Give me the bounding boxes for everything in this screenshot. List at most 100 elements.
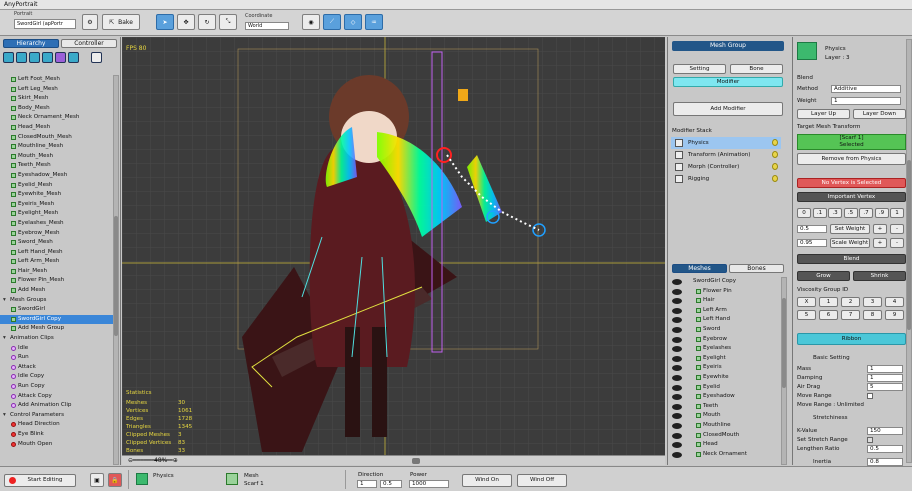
list-item-mesh[interactable]: Neck Ornament_Mesh xyxy=(0,113,113,123)
ribbon-button[interactable]: Ribbon xyxy=(797,333,906,345)
list-item-mesh[interactable]: Eyebrow_Mesh xyxy=(0,229,113,239)
list-item-mesh-group[interactable]: Add Mesh Group xyxy=(0,324,113,334)
hscroll-thumb[interactable] xyxy=(412,458,420,464)
eye-icon[interactable] xyxy=(672,413,682,420)
lengthen-input[interactable]: 0.5 xyxy=(867,445,903,453)
weight-step-button[interactable]: .9 xyxy=(874,208,889,218)
eye-icon[interactable] xyxy=(672,374,682,381)
tree-root[interactable]: SwordGirl Copy xyxy=(668,277,780,287)
filter-param-icon[interactable] xyxy=(55,52,66,63)
mesh-tree-item[interactable]: Left Arm xyxy=(668,306,780,316)
modifier-stack-item[interactable]: Rigging xyxy=(671,173,781,185)
list-item-mesh[interactable]: Hair_Mesh xyxy=(0,267,113,277)
list-item-mesh[interactable]: Sword_Mesh xyxy=(0,238,113,248)
viewport-scene[interactable]: FPS 80 Statistics Meshes 30 Vertices 1061 Ed… xyxy=(122,37,665,455)
filter-mesh-icon[interactable] xyxy=(16,52,27,63)
move-range-checkbox[interactable] xyxy=(867,393,873,399)
list-item-mesh[interactable]: Eyeiris_Mesh xyxy=(0,200,113,210)
list-item-animation[interactable]: Attack Copy xyxy=(0,392,113,402)
mesh-tree-item[interactable]: Flower Pin xyxy=(668,287,780,297)
viscosity-id-button[interactable]: 7 xyxy=(841,310,860,320)
eye-icon[interactable] xyxy=(672,288,682,295)
rotate-tool-button[interactable]: ↻ xyxy=(198,14,216,30)
list-item-mesh[interactable]: Add Mesh xyxy=(0,286,113,296)
scale-weight-minus-button[interactable]: - xyxy=(890,238,904,248)
list-item-mesh[interactable]: Skirt_Mesh xyxy=(0,94,113,104)
physics-view-button[interactable]: ♒ xyxy=(365,14,383,30)
mesh-tree-item[interactable]: Neck Ornament xyxy=(668,450,780,460)
lightbulb-icon[interactable] xyxy=(772,163,778,170)
important-vertex-button[interactable]: Important Vertex xyxy=(797,192,906,202)
weight-step-button[interactable]: 1 xyxy=(890,208,904,218)
filter-all-icon[interactable] xyxy=(68,52,79,63)
viscosity-id-button[interactable]: 8 xyxy=(863,310,882,320)
viscosity-id-button[interactable]: 3 xyxy=(863,297,882,307)
remove-from-physics-button[interactable]: Remove from Physics xyxy=(797,153,906,165)
viscosity-id-button[interactable]: 1 xyxy=(819,297,838,307)
list-item-mesh[interactable]: Mouth_Mesh xyxy=(0,152,113,162)
eye-icon[interactable] xyxy=(672,355,682,362)
section-mesh-groups[interactable]: Mesh Groups xyxy=(0,296,113,306)
mesh-tree-scrollbar[interactable] xyxy=(781,277,787,465)
eye-icon[interactable] xyxy=(672,451,682,458)
set-weight-minus-button[interactable]: - xyxy=(890,224,904,234)
mesh-tree-item[interactable]: Sword xyxy=(668,325,780,335)
set-weight-plus-button[interactable]: + xyxy=(873,224,887,234)
weight-step-button[interactable]: .7 xyxy=(859,208,873,218)
select-tool-button[interactable]: ➤ xyxy=(156,14,174,30)
mesh-tree-item[interactable]: Mouth xyxy=(668,411,780,421)
eye-icon[interactable] xyxy=(672,326,682,333)
modifier-stack-item[interactable]: Morph (Controller) xyxy=(671,161,781,173)
list-item-mesh[interactable]: Head_Mesh xyxy=(0,123,113,133)
direction-x-input[interactable]: 1 xyxy=(357,480,377,488)
list-item-mesh[interactable]: Body_Mesh xyxy=(0,104,113,114)
physics-scrollbar[interactable] xyxy=(906,39,912,463)
mesh-tree-item[interactable]: Eyewhite xyxy=(668,373,780,383)
eye-icon[interactable] xyxy=(672,298,682,305)
filter-animation-icon[interactable] xyxy=(42,52,53,63)
scale-weight-button[interactable]: Scale Weight xyxy=(830,238,870,248)
blend-vertex-button[interactable]: Blend xyxy=(797,254,906,264)
move-tool-button[interactable]: ✥ xyxy=(177,14,195,30)
list-item-animation[interactable]: Attack xyxy=(0,363,113,373)
mesh-tree-item[interactable]: Eyeshadow xyxy=(668,392,780,402)
bake-button[interactable]: ⇱ Bake xyxy=(102,14,140,30)
viscosity-id-button[interactable]: 5 xyxy=(797,310,816,320)
viscosity-id-button[interactable]: 2 xyxy=(841,297,860,307)
weight-step-button[interactable]: .3 xyxy=(828,208,842,218)
modifier-stack-item[interactable]: Physics xyxy=(671,137,781,149)
weight-input[interactable]: 1 xyxy=(831,97,901,105)
sort-icon[interactable] xyxy=(91,52,102,63)
mesh-tree-item[interactable]: Head xyxy=(668,440,780,450)
viscosity-id-button[interactable]: X xyxy=(797,297,816,307)
mesh-tree-item[interactable]: Eyeiris xyxy=(668,363,780,373)
lightbulb-icon[interactable] xyxy=(772,139,778,146)
bone-button[interactable]: Bone xyxy=(730,64,783,74)
eye-icon[interactable] xyxy=(672,346,682,353)
eye-icon[interactable] xyxy=(672,432,682,439)
kvalue-input[interactable]: 150 xyxy=(867,427,903,435)
physics-scroll-thumb[interactable] xyxy=(907,160,911,330)
scale-weight-input[interactable]: 0.95 xyxy=(797,239,827,247)
portrait-select[interactable]: SwordGirl (apPortr xyxy=(14,19,76,29)
list-item-mesh-group[interactable]: SwordGirl Copy xyxy=(0,314,113,325)
wind-on-button[interactable]: Wind On xyxy=(462,474,512,487)
modifier-stack-item[interactable]: Transform (Animation) xyxy=(671,149,781,161)
wind-off-button[interactable]: Wind Off xyxy=(517,474,567,487)
mesh-tree-item[interactable]: Eyelight xyxy=(668,354,780,364)
scale-weight-plus-button[interactable]: + xyxy=(873,238,887,248)
list-item-animation[interactable]: Add Animation Clip xyxy=(0,401,113,411)
mesh-tree-item[interactable]: Mouthline xyxy=(668,421,780,431)
coordinate-select[interactable]: World xyxy=(245,22,289,30)
settings-button[interactable]: ⚙ xyxy=(82,14,98,30)
list-item-animation[interactable]: Run Copy xyxy=(0,382,113,392)
list-item-animation[interactable]: Idle xyxy=(0,344,113,354)
list-item-animation[interactable]: Run xyxy=(0,353,113,363)
hierarchy-scroll-thumb[interactable] xyxy=(114,216,118,336)
tab-bones[interactable]: Bones xyxy=(729,264,784,273)
set-weight-button[interactable]: Set Weight xyxy=(830,224,870,234)
list-item-mesh[interactable]: Teeth_Mesh xyxy=(0,161,113,171)
viscosity-id-button[interactable]: 6 xyxy=(819,310,838,320)
eye-icon[interactable] xyxy=(672,336,682,343)
onion-skin-button[interactable]: ◉ xyxy=(302,14,320,30)
